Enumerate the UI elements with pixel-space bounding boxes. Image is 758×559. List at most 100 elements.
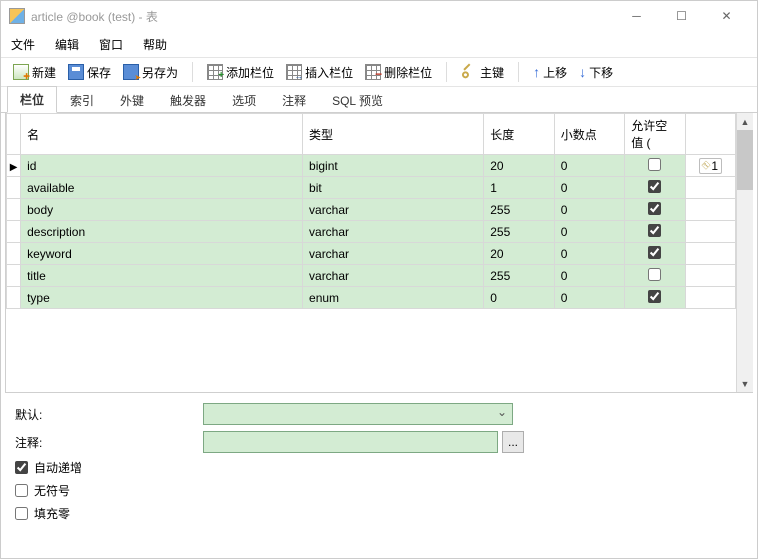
save-as-button[interactable]: 另存为: [119, 62, 182, 83]
cell-name[interactable]: available: [21, 177, 303, 199]
cell-decimals[interactable]: 0: [554, 177, 624, 199]
column-header-null[interactable]: 允许空值 (: [625, 114, 685, 155]
menu-edit[interactable]: 编辑: [55, 36, 79, 53]
cell-key[interactable]: [685, 199, 735, 221]
cell-key[interactable]: [685, 177, 735, 199]
allow-null-checkbox[interactable]: [648, 290, 661, 303]
table-row[interactable]: ▶idbigint200⚿1: [7, 155, 736, 177]
new-button[interactable]: 新建: [9, 62, 60, 83]
cell-decimals[interactable]: 0: [554, 155, 624, 177]
cell-length[interactable]: 255: [484, 265, 554, 287]
allow-null-checkbox[interactable]: [648, 268, 661, 281]
move-up-button[interactable]: ↑上移: [529, 62, 571, 83]
cell-type[interactable]: varchar: [303, 265, 484, 287]
zerofill-checkbox[interactable]: [15, 507, 28, 520]
cell-name[interactable]: id: [21, 155, 303, 177]
fields-grid[interactable]: 名 类型 长度 小数点 允许空值 ( ▶idbigint200⚿1availab…: [6, 113, 736, 392]
cell-key[interactable]: [685, 287, 735, 309]
column-header-decimals[interactable]: 小数点: [554, 114, 624, 155]
cell-length[interactable]: 0: [484, 287, 554, 309]
cell-length[interactable]: 20: [484, 155, 554, 177]
cell-decimals[interactable]: 0: [554, 243, 624, 265]
cell-allow-null[interactable]: [625, 287, 685, 309]
cell-name[interactable]: description: [21, 221, 303, 243]
move-down-button[interactable]: ↓下移: [575, 62, 617, 83]
cell-name[interactable]: title: [21, 265, 303, 287]
tab-options[interactable]: 选项: [219, 87, 269, 113]
cell-name[interactable]: body: [21, 199, 303, 221]
column-header-name[interactable]: 名: [21, 114, 303, 155]
cell-allow-null[interactable]: [625, 177, 685, 199]
allow-null-checkbox[interactable]: [648, 180, 661, 193]
cell-key[interactable]: ⚿1: [685, 155, 735, 177]
cell-length[interactable]: 20: [484, 243, 554, 265]
cell-decimals[interactable]: 0: [554, 265, 624, 287]
table-row[interactable]: typeenum00: [7, 287, 736, 309]
primary-key-button[interactable]: 主键: [457, 62, 508, 83]
allow-null-checkbox[interactable]: [648, 202, 661, 215]
tab-fields[interactable]: 栏位: [7, 86, 57, 113]
zerofill-label[interactable]: 填充零: [34, 505, 70, 522]
minimize-button[interactable]: ─: [614, 2, 659, 30]
table-row[interactable]: availablebit10: [7, 177, 736, 199]
cell-type[interactable]: varchar: [303, 221, 484, 243]
save-button[interactable]: 保存: [64, 62, 115, 83]
cell-allow-null[interactable]: [625, 221, 685, 243]
unsigned-label[interactable]: 无符号: [34, 482, 70, 499]
cell-type[interactable]: bigint: [303, 155, 484, 177]
cell-allow-null[interactable]: [625, 243, 685, 265]
cell-decimals[interactable]: 0: [554, 287, 624, 309]
tab-triggers[interactable]: 触发器: [157, 87, 219, 113]
cell-decimals[interactable]: 0: [554, 221, 624, 243]
allow-null-checkbox[interactable]: [648, 158, 661, 171]
cell-allow-null[interactable]: [625, 155, 685, 177]
cell-decimals[interactable]: 0: [554, 199, 624, 221]
cell-type[interactable]: bit: [303, 177, 484, 199]
allow-null-checkbox[interactable]: [648, 224, 661, 237]
cell-length[interactable]: 255: [484, 221, 554, 243]
maximize-button[interactable]: ☐: [659, 2, 704, 30]
tab-comment[interactable]: 注释: [269, 87, 319, 113]
cell-type[interactable]: varchar: [303, 199, 484, 221]
table-row[interactable]: titlevarchar2550: [7, 265, 736, 287]
auto-increment-checkbox[interactable]: [15, 461, 28, 474]
table-row[interactable]: keywordvarchar200: [7, 243, 736, 265]
unsigned-checkbox[interactable]: [15, 484, 28, 497]
tab-foreign-keys[interactable]: 外键: [107, 87, 157, 113]
insert-field-button[interactable]: 插入栏位: [282, 62, 357, 83]
comment-more-button[interactable]: ...: [502, 431, 524, 453]
comment-input[interactable]: [203, 431, 498, 453]
delete-field-button[interactable]: 删除栏位: [361, 62, 436, 83]
cell-length[interactable]: 1: [484, 177, 554, 199]
vertical-scrollbar[interactable]: ▲ ▼: [736, 113, 753, 392]
cell-length[interactable]: 255: [484, 199, 554, 221]
close-button[interactable]: ✕: [704, 2, 749, 30]
column-header-key[interactable]: [685, 114, 735, 155]
auto-increment-label[interactable]: 自动递增: [34, 459, 82, 476]
column-header-type[interactable]: 类型: [303, 114, 484, 155]
allow-null-checkbox[interactable]: [648, 246, 661, 259]
table-row[interactable]: descriptionvarchar2550: [7, 221, 736, 243]
cell-key[interactable]: [685, 221, 735, 243]
scroll-track[interactable]: [737, 190, 753, 375]
cell-type[interactable]: varchar: [303, 243, 484, 265]
cell-type[interactable]: enum: [303, 287, 484, 309]
menu-help[interactable]: 帮助: [143, 36, 167, 53]
cell-allow-null[interactable]: [625, 199, 685, 221]
menu-file[interactable]: 文件: [11, 36, 35, 53]
scroll-up-button[interactable]: ▲: [737, 113, 753, 130]
cell-name[interactable]: keyword: [21, 243, 303, 265]
menu-window[interactable]: 窗口: [99, 36, 123, 53]
cell-key[interactable]: [685, 243, 735, 265]
table-row[interactable]: bodyvarchar2550: [7, 199, 736, 221]
add-field-button[interactable]: 添加栏位: [203, 62, 278, 83]
column-header-length[interactable]: 长度: [484, 114, 554, 155]
scroll-thumb[interactable]: [737, 130, 753, 190]
cell-name[interactable]: type: [21, 287, 303, 309]
default-select[interactable]: [203, 403, 513, 425]
tab-sql-preview[interactable]: SQL 预览: [319, 87, 396, 113]
cell-key[interactable]: [685, 265, 735, 287]
cell-allow-null[interactable]: [625, 265, 685, 287]
tab-indexes[interactable]: 索引: [57, 87, 107, 113]
scroll-down-button[interactable]: ▼: [737, 375, 753, 392]
